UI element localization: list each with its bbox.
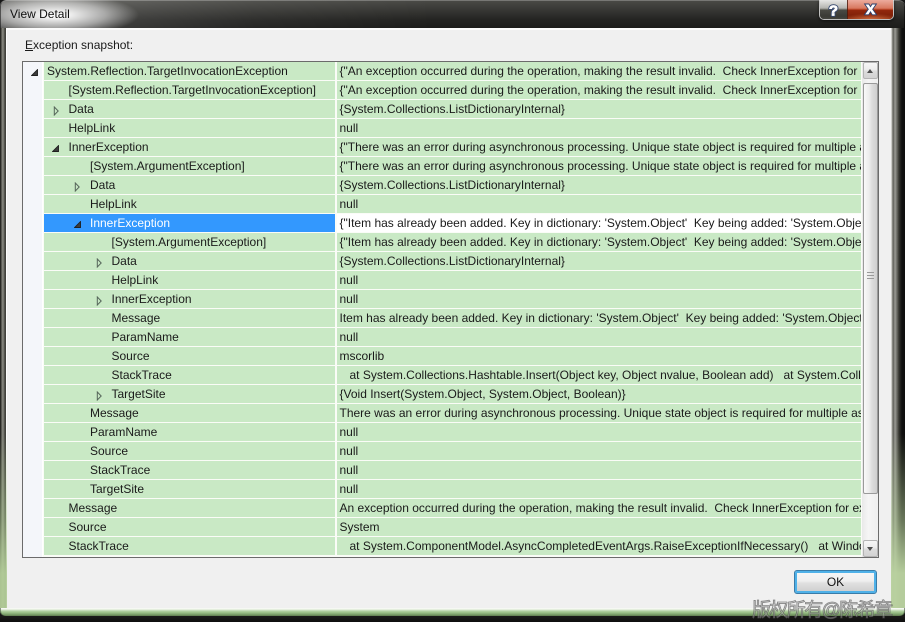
svg-text:?: ? [829, 3, 838, 20]
